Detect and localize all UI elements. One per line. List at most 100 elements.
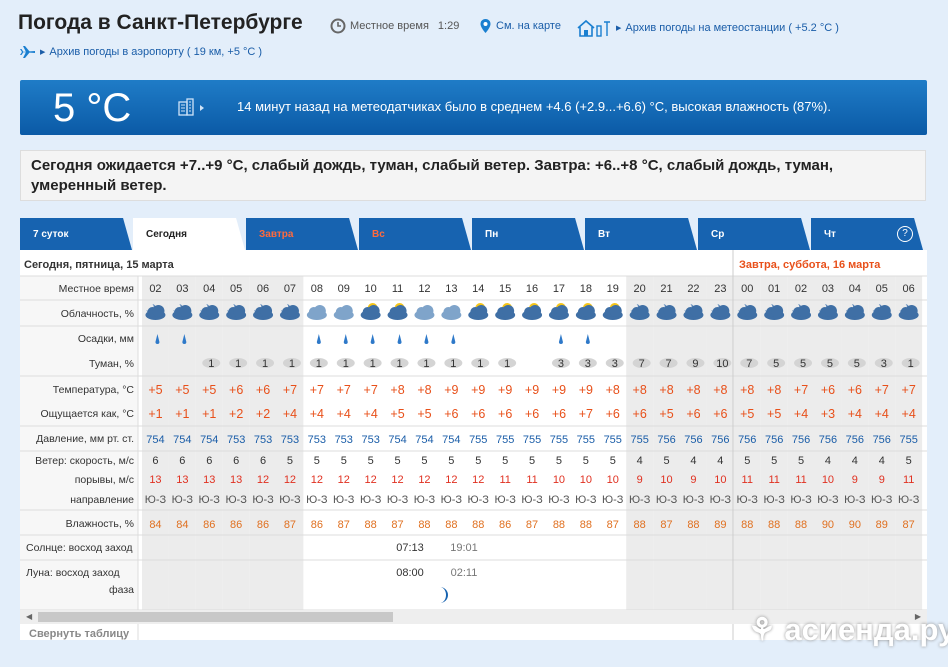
gusts-cell: 12 bbox=[257, 474, 269, 486]
wind-cell: 5 bbox=[475, 455, 481, 467]
hour-cell: 23 bbox=[714, 283, 726, 295]
tab-1[interactable]: Сегодня bbox=[133, 218, 245, 250]
humidity-cell: 88 bbox=[418, 519, 430, 531]
feels-cell: +6 bbox=[471, 407, 485, 421]
humidity-cell: 84 bbox=[176, 519, 188, 531]
help-icon[interactable]: ? bbox=[897, 226, 913, 242]
wind-cell: 6 bbox=[260, 455, 266, 467]
pressure-cell: 756 bbox=[765, 434, 783, 446]
day1-label: Сегодня, пятница, 15 марта bbox=[24, 259, 175, 271]
pressure-cell: 754 bbox=[200, 434, 218, 446]
row-label-wind: Ветер: скорость, м/с bbox=[35, 455, 134, 467]
hour-cell: 18 bbox=[580, 283, 592, 295]
gusts-cell: 13 bbox=[149, 474, 161, 486]
temp-cell: +9 bbox=[444, 383, 458, 397]
map-pin-icon bbox=[480, 19, 491, 33]
hour-cell: 02 bbox=[795, 283, 807, 295]
dir-cell: Ю-З bbox=[683, 494, 705, 506]
gusts-cell: 9 bbox=[690, 474, 696, 486]
wind-cell: 5 bbox=[314, 455, 320, 467]
feels-cell: +4 bbox=[310, 407, 324, 421]
station-archive-link[interactable]: ▶ Архив погоды на метеостанции ( +5.2 °C… bbox=[576, 18, 839, 38]
gusts-cell: 9 bbox=[637, 474, 643, 486]
hour-cell: 21 bbox=[660, 283, 672, 295]
humidity-cell: 87 bbox=[660, 519, 672, 531]
row-label-time: Местное время bbox=[59, 283, 134, 295]
humidity-cell: 87 bbox=[607, 519, 619, 531]
dir-cell: Ю-З bbox=[737, 494, 759, 506]
tab-4[interactable]: Пн bbox=[472, 218, 584, 250]
tab-2[interactable]: Завтра bbox=[246, 218, 358, 250]
humidity-cell: 88 bbox=[687, 519, 699, 531]
wind-cell: 6 bbox=[233, 455, 239, 467]
hour-cell: 00 bbox=[741, 283, 753, 295]
sensor-building-icon bbox=[178, 98, 206, 121]
collapse-table-link[interactable]: Свернуть таблицу bbox=[29, 628, 129, 640]
tab-3[interactable]: Вс bbox=[359, 218, 471, 250]
arrow-icon: ▶ bbox=[40, 49, 46, 56]
hour-cell: 06 bbox=[903, 283, 915, 295]
tab-6[interactable]: Ср bbox=[698, 218, 810, 250]
dir-cell: Ю-З bbox=[548, 494, 570, 506]
pressure-cell: 756 bbox=[819, 434, 837, 446]
feels-cell: +6 bbox=[498, 407, 512, 421]
feels-cell: +6 bbox=[444, 407, 458, 421]
wind-cell: 4 bbox=[717, 455, 723, 467]
wind-cell: 4 bbox=[879, 455, 885, 467]
pressure-cell: 755 bbox=[550, 434, 568, 446]
scroll-left-icon[interactable]: ◀ bbox=[26, 610, 32, 624]
humidity-cell: 86 bbox=[311, 519, 323, 531]
feels-cell: +5 bbox=[417, 407, 431, 421]
feels-cell: +4 bbox=[337, 407, 351, 421]
pressure-cell: 756 bbox=[684, 434, 702, 446]
gusts-cell: 10 bbox=[607, 474, 619, 486]
dir-cell: Ю-З bbox=[279, 494, 301, 506]
gusts-cell: 10 bbox=[660, 474, 672, 486]
fog-cell: 1 bbox=[208, 358, 214, 370]
dir-cell: Ю-З bbox=[468, 494, 490, 506]
gusts-cell: 10 bbox=[714, 474, 726, 486]
dir-cell: Ю-З bbox=[333, 494, 355, 506]
pressure-cell: 754 bbox=[415, 434, 433, 446]
moonset-time: 02:11 bbox=[451, 567, 478, 579]
dir-cell: Ю-З bbox=[387, 494, 409, 506]
temp-cell: +6 bbox=[256, 383, 270, 397]
temp-cell: +9 bbox=[471, 383, 485, 397]
humidity-cell: 88 bbox=[365, 519, 377, 531]
temp-cell: +7 bbox=[283, 383, 297, 397]
pressure-cell: 754 bbox=[146, 434, 164, 446]
map-link[interactable]: См. на карте bbox=[479, 18, 561, 34]
humidity-cell: 87 bbox=[284, 519, 296, 531]
feels-cell: +6 bbox=[633, 407, 647, 421]
scroll-thumb[interactable] bbox=[38, 612, 393, 622]
wind-cell: 5 bbox=[502, 455, 508, 467]
dir-cell: Ю-З bbox=[521, 494, 543, 506]
feels-cell: +4 bbox=[875, 407, 889, 421]
moonrise-time: 08:00 bbox=[396, 567, 424, 579]
airport-archive-link[interactable]: ▶ Архив погоды в аэропорту ( 19 км, +5 °… bbox=[20, 45, 262, 59]
humidity-cell: 86 bbox=[499, 519, 511, 531]
gusts-cell: 13 bbox=[176, 474, 188, 486]
hour-cell: 06 bbox=[257, 283, 269, 295]
tab-0[interactable]: 7 суток bbox=[20, 218, 132, 250]
humidity-cell: 88 bbox=[445, 519, 457, 531]
dir-cell: Ю-З bbox=[225, 494, 247, 506]
pressure-cell: 755 bbox=[604, 434, 622, 446]
fog-cell: 1 bbox=[396, 358, 402, 370]
wind-cell: 5 bbox=[341, 455, 347, 467]
clock-icon bbox=[330, 18, 346, 34]
hour-cell: 05 bbox=[230, 283, 242, 295]
temp-cell: +8 bbox=[633, 383, 647, 397]
hour-cell: 17 bbox=[553, 283, 565, 295]
fog-cell: 5 bbox=[800, 358, 806, 370]
hour-cell: 04 bbox=[849, 283, 861, 295]
pressure-cell: 755 bbox=[577, 434, 595, 446]
temp-cell: +6 bbox=[848, 383, 862, 397]
pressure-cell: 753 bbox=[227, 434, 245, 446]
feels-cell: +1 bbox=[202, 407, 216, 421]
page-header: Погода в Санкт-Петербурге Местное время … bbox=[0, 0, 948, 70]
hour-cell: 07 bbox=[284, 283, 296, 295]
feels-cell: +4 bbox=[364, 407, 378, 421]
current-temperature: 5 °C bbox=[53, 86, 132, 130]
tab-5[interactable]: Вт bbox=[585, 218, 697, 250]
